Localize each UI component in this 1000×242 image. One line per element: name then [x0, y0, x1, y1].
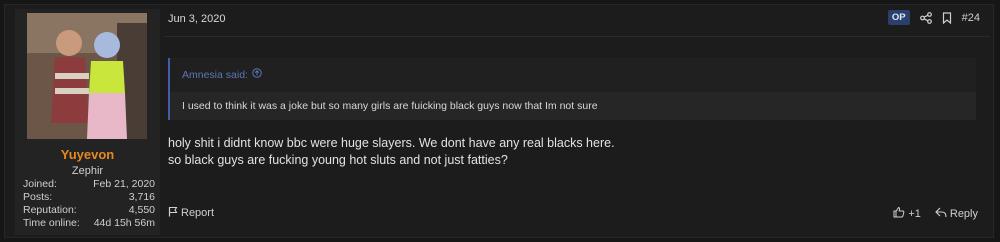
post-message: holy shit i didnt know bbc were huge sla…	[168, 135, 615, 169]
stat-value: 44d 15h 56m	[93, 217, 155, 229]
stat-label: Reputation:	[23, 204, 77, 216]
stat-label: Time online:	[23, 217, 80, 229]
post-tools: OP #24	[887, 10, 980, 25]
stat-joined: Joined: Feb 21, 2020	[23, 178, 155, 191]
stat-value: 4,550	[128, 204, 155, 216]
quote-text: I used to think it was a joke but so man…	[170, 92, 976, 120]
stat-label: Joined:	[23, 178, 57, 190]
avatar[interactable]	[27, 13, 147, 139]
quote-block: Amnesia said: I used to think it was a j…	[168, 58, 976, 120]
reply-button[interactable]: Reply	[935, 207, 978, 221]
report-label: Report	[181, 207, 215, 219]
stat-value: 3,716	[128, 191, 155, 203]
post-number[interactable]: #24	[962, 12, 980, 24]
post-container: Yuyevon Zephir Joined: Feb 21, 2020 Post…	[4, 4, 994, 238]
op-badge: OP	[887, 10, 910, 25]
flag-icon	[168, 206, 178, 220]
stat-reputation: Reputation: 4,550	[23, 204, 155, 217]
post-header-divider	[164, 36, 990, 37]
like-button[interactable]: +1	[893, 206, 921, 221]
user-info-pane: Yuyevon Zephir Joined: Feb 21, 2020 Post…	[15, 9, 160, 235]
quote-header[interactable]: Amnesia said:	[182, 68, 262, 81]
bookmark-icon[interactable]	[942, 11, 952, 24]
message-line: holy shit i didnt know bbc were huge sla…	[168, 136, 615, 150]
quote-author[interactable]: Amnesia said:	[182, 69, 248, 81]
share-icon[interactable]	[919, 11, 932, 24]
arrow-up-circle-icon[interactable]	[252, 68, 262, 81]
report-button[interactable]: Report	[168, 206, 214, 220]
post-actions: +1 Reply	[893, 206, 978, 221]
stat-posts: Posts: 3,716	[23, 191, 155, 204]
stat-label: Posts:	[23, 191, 53, 203]
reply-label: Reply	[949, 207, 978, 220]
user-title: Zephir	[71, 165, 104, 177]
thumbs-up-icon	[893, 206, 905, 221]
reply-icon	[935, 207, 947, 221]
stat-value: Feb 21, 2020	[93, 178, 155, 190]
post-date[interactable]: Jun 3, 2020	[168, 13, 226, 25]
stat-time-online: Time online: 44d 15h 56m	[23, 217, 155, 230]
message-line: so black guys are fucking young hot slut…	[168, 153, 508, 167]
user-stats: Joined: Feb 21, 2020 Posts: 3,716 Reputa…	[23, 178, 155, 230]
reaction-count: +1	[908, 207, 921, 220]
username[interactable]: Yuyevon	[15, 147, 160, 162]
